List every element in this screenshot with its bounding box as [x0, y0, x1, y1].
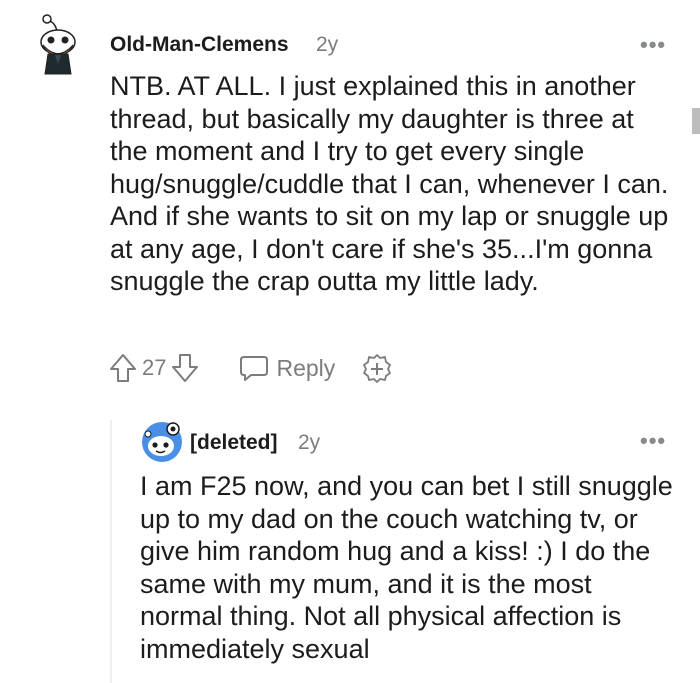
speech-bubble-icon: [238, 353, 270, 383]
upvote-arrow-icon[interactable]: [108, 352, 138, 384]
thread-line[interactable]: [110, 420, 112, 683]
comment-actions: 27 Reply: [108, 352, 393, 384]
reply-author[interactable]: [deleted]: [190, 431, 278, 455]
reply-button[interactable]: Reply: [238, 353, 335, 383]
comment-author[interactable]: Old-Man-Clemens: [110, 33, 289, 57]
reply-more-options-button[interactable]: •••: [640, 428, 666, 454]
vote-count: 27: [142, 355, 167, 380]
more-options-button[interactable]: •••: [640, 32, 666, 58]
reply-body: I am F25 now, and you can bet I still sn…: [140, 471, 673, 664]
reply-label: Reply: [276, 354, 336, 381]
downvote-arrow-icon[interactable]: [170, 352, 200, 384]
snoo-avatar-default-icon[interactable]: [140, 420, 184, 464]
reply-age: 2y: [298, 431, 321, 454]
comment-body: NTB. AT ALL. I just explained this in an…: [110, 71, 669, 296]
award-plus-icon[interactable]: [361, 352, 393, 384]
snoo-avatar-bearded-icon[interactable]: [34, 14, 86, 75]
comment-age: 2y: [316, 33, 339, 56]
scrollbar[interactable]: [692, 108, 700, 134]
